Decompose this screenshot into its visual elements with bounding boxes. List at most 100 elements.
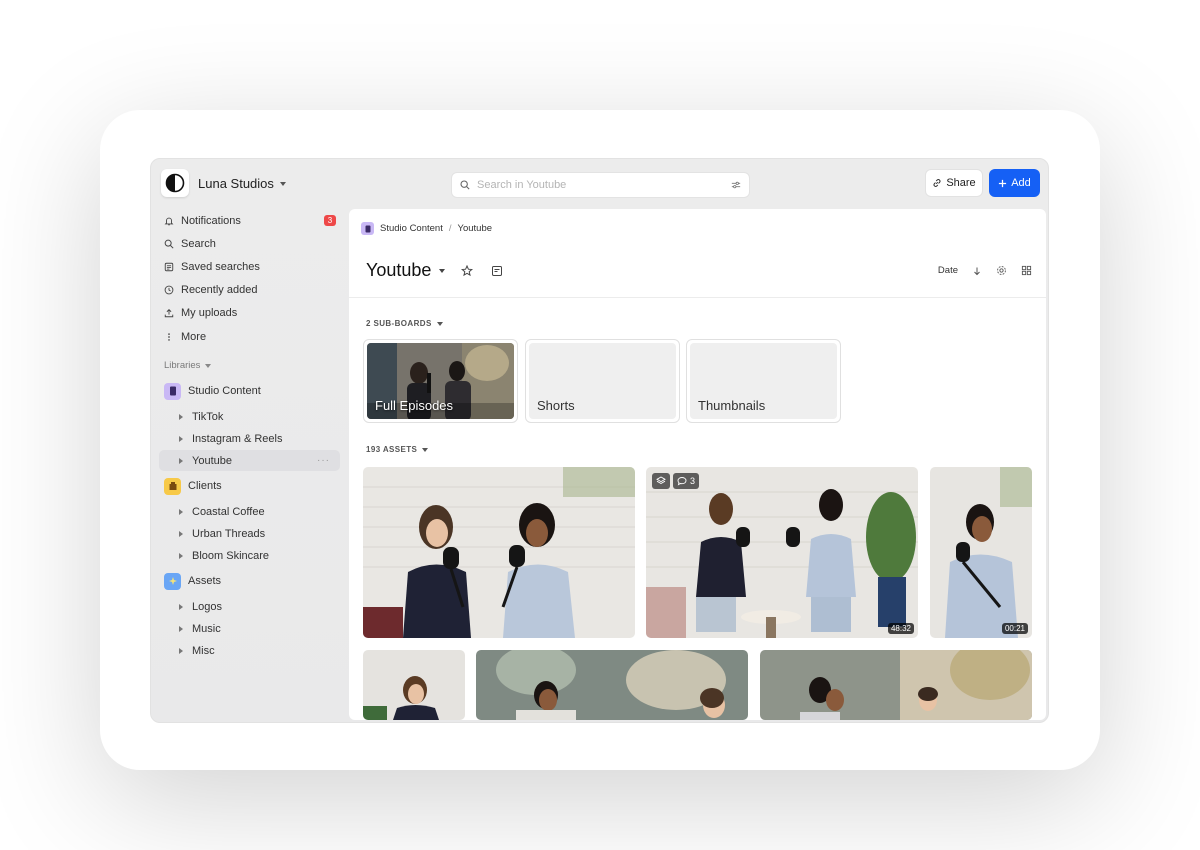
asset-card[interactable]: 00:21 — [930, 467, 1032, 638]
bell-icon — [164, 216, 174, 226]
workspace-name: Luna Studios — [198, 176, 274, 191]
chevron-right-icon[interactable] — [179, 509, 183, 515]
sidebar-item-logos[interactable]: Logos — [179, 598, 339, 616]
comment-icon — [677, 477, 687, 486]
sidebar-item-music[interactable]: Music — [179, 620, 339, 638]
board-info-icon[interactable] — [491, 265, 503, 277]
breadcrumb-current: Youtube — [457, 223, 493, 234]
subboards-count[interactable]: 2 SUB-BOARDS — [366, 319, 443, 328]
sidebar-item-tiktok[interactable]: TikTok — [179, 408, 339, 426]
chevron-right-icon[interactable] — [179, 648, 183, 654]
libraries-header[interactable]: Libraries — [164, 360, 212, 371]
half-moon-icon — [165, 173, 185, 193]
breadcrumb-parent[interactable]: Studio Content — [380, 223, 443, 234]
notification-badge: 3 — [324, 215, 336, 226]
sidebar-item-misc[interactable]: Misc — [179, 642, 339, 660]
nav-search[interactable]: Search — [164, 235, 336, 253]
nav-label: My uploads — [181, 307, 238, 319]
subboard-thumbnail: Full Episodes — [367, 343, 514, 419]
nav-label: Search — [181, 238, 216, 250]
building-icon — [164, 477, 181, 495]
subboard-card[interactable]: Shorts — [525, 339, 680, 423]
chevron-right-icon[interactable] — [179, 553, 183, 559]
asset-card[interactable] — [363, 650, 465, 720]
subboard-label: Thumbnails — [698, 398, 766, 413]
library-studio-content[interactable]: Studio Content — [164, 382, 261, 400]
subboard-label: Full Episodes — [375, 398, 454, 413]
nav-notifications[interactable]: Notifications 3 — [164, 212, 336, 230]
sidebar-item-label: Youtube — [192, 454, 232, 467]
nav-my-uploads[interactable]: My uploads — [164, 304, 336, 322]
chevron-right-icon[interactable] — [179, 414, 183, 420]
sort-label[interactable]: Date — [938, 265, 958, 276]
top-bar: Luna Studios Share — [151, 159, 1048, 209]
chevron-right-icon[interactable] — [179, 436, 183, 442]
grid-view-icon[interactable] — [1021, 265, 1032, 276]
library-assets[interactable]: Assets — [164, 572, 221, 590]
nav-more[interactable]: More — [164, 328, 336, 346]
chevron-down-icon[interactable] — [439, 268, 446, 273]
more-vertical-icon — [164, 332, 174, 342]
sidebar-item-label: Coastal Coffee — [192, 506, 265, 518]
sidebar-item-label: Instagram & Reels — [192, 433, 283, 445]
chevron-right-icon[interactable] — [179, 531, 183, 537]
sidebar: Notifications 3 Search Saved searches Re… — [151, 209, 347, 722]
asset-card[interactable]: 3 48:32 — [646, 467, 918, 638]
add-label: Add — [1011, 177, 1031, 189]
library-clients[interactable]: Clients — [164, 477, 222, 495]
video-duration: 48:32 — [887, 623, 914, 634]
sidebar-item-youtube[interactable]: Youtube ··· — [159, 450, 340, 471]
nav-recently-added[interactable]: Recently added — [164, 281, 336, 299]
more-options-icon[interactable]: ··· — [317, 455, 330, 466]
page-title[interactable]: Youtube — [366, 260, 431, 281]
nav-label: Recently added — [181, 284, 258, 296]
sidebar-item-coastal-coffee[interactable]: Coastal Coffee — [179, 503, 339, 521]
phone-icon — [164, 382, 181, 400]
chevron-right-icon[interactable] — [179, 457, 183, 464]
view-controls: Date — [938, 265, 1032, 276]
breadcrumb-separator: / — [448, 223, 452, 234]
search-input[interactable] — [477, 179, 724, 191]
sidebar-item-instagram-reels[interactable]: Instagram & Reels — [179, 430, 339, 448]
subboard-card[interactable]: Full Episodes — [363, 339, 518, 423]
podcast-photo-image — [363, 650, 465, 720]
chevron-right-icon[interactable] — [179, 626, 183, 632]
workspace-logo[interactable] — [161, 169, 189, 197]
comments-badge[interactable]: 3 — [673, 473, 700, 489]
share-button[interactable]: Share — [925, 169, 983, 197]
arrow-down-icon[interactable] — [972, 266, 982, 276]
asset-card[interactable] — [760, 650, 1032, 720]
assets-count[interactable]: 193 ASSETS — [366, 445, 429, 454]
sparkle-icon — [164, 572, 181, 590]
subboard-card[interactable]: Thumbnails — [686, 339, 841, 423]
gear-icon[interactable] — [996, 265, 1007, 276]
nav-label: Saved searches — [181, 261, 260, 273]
sidebar-item-label: Music — [192, 623, 221, 635]
sidebar-item-bloom-skincare[interactable]: Bloom Skincare — [179, 547, 339, 565]
subboard-thumbnail: Shorts — [529, 343, 676, 419]
podcast-photo-image — [476, 650, 748, 720]
workspace-switcher[interactable]: Luna Studios — [198, 176, 286, 191]
filter-icon[interactable] — [731, 180, 741, 190]
subboard-thumbnail: Thumbnails — [690, 343, 837, 419]
podcast-photo-image — [930, 467, 1032, 638]
asset-card[interactable] — [476, 650, 748, 720]
subboard-label: Shorts — [537, 398, 575, 413]
add-button[interactable]: Add — [989, 169, 1040, 197]
chevron-right-icon[interactable] — [179, 604, 183, 610]
sidebar-item-label: Logos — [192, 601, 222, 613]
chevron-down-icon — [279, 181, 286, 186]
podcast-photo-image — [760, 650, 1032, 720]
nav-saved-searches[interactable]: Saved searches — [164, 258, 336, 276]
library-label: Assets — [188, 575, 222, 587]
header-divider — [349, 297, 1046, 298]
layers-icon — [656, 476, 666, 485]
sidebar-item-urban-threads[interactable]: Urban Threads — [179, 525, 339, 543]
search-bar[interactable] — [451, 172, 750, 198]
nav-label: More — [181, 331, 207, 343]
podcast-photo-image — [646, 467, 918, 638]
chevron-down-icon — [422, 447, 429, 452]
asset-card[interactable] — [363, 467, 635, 638]
sidebar-item-label: Misc — [192, 645, 215, 657]
star-icon[interactable] — [461, 264, 474, 277]
